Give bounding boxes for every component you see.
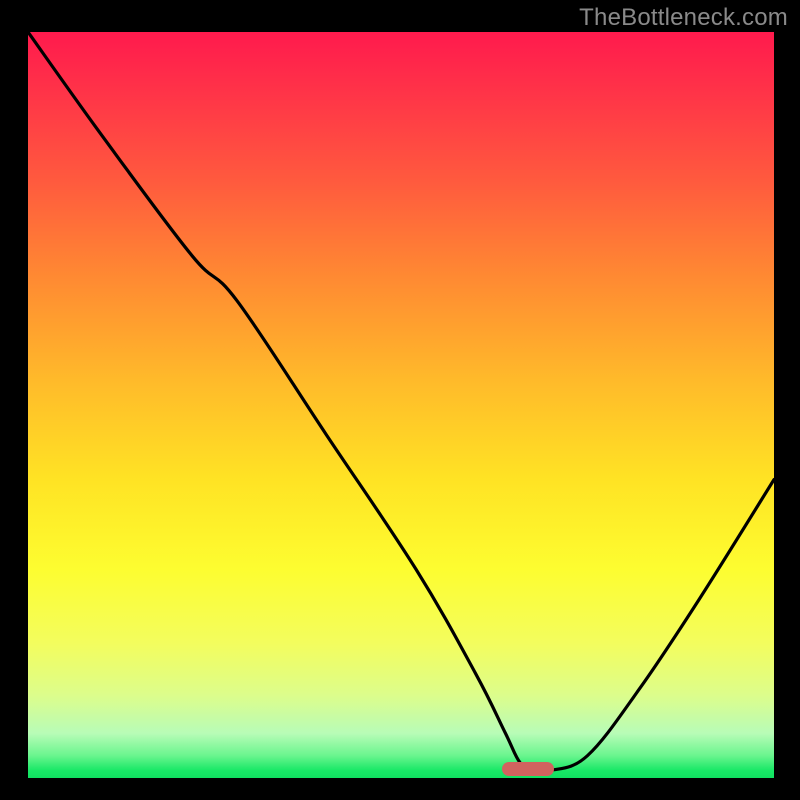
optimal-marker	[502, 762, 554, 776]
watermark-text: TheBottleneck.com	[579, 4, 788, 32]
curve-path	[28, 32, 774, 772]
curve-svg	[28, 32, 774, 778]
plot-area	[28, 32, 774, 778]
